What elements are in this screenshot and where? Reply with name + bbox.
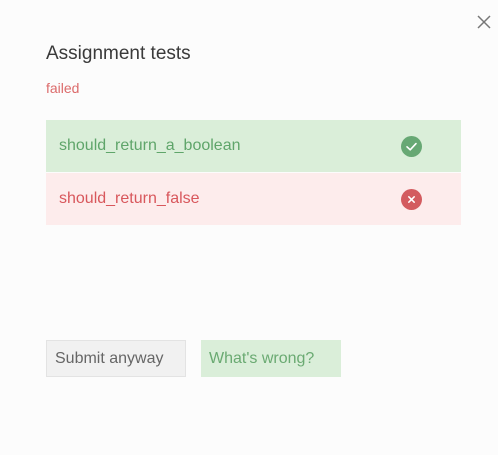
test-results-list: should_return_a_boolean should_return_fa…: [46, 120, 461, 226]
test-name: should_return_a_boolean: [59, 137, 241, 154]
status-text: failed: [46, 80, 80, 96]
whats-wrong-button[interactable]: What's wrong?: [201, 340, 341, 377]
check-circle-icon: [401, 135, 422, 157]
test-row: should_return_false: [46, 173, 461, 225]
test-name: should_return_false: [59, 190, 200, 207]
test-row: should_return_a_boolean: [46, 120, 461, 172]
dialog-title: Assignment tests: [46, 43, 191, 64]
submit-anyway-button[interactable]: Submit anyway: [46, 340, 186, 377]
x-circle-icon: [401, 188, 422, 210]
assignment-tests-dialog: Assignment tests failed should_return_a_…: [0, 0, 498, 455]
close-icon[interactable]: [475, 13, 493, 31]
dialog-actions: Submit anyway What's wrong?: [46, 340, 341, 377]
